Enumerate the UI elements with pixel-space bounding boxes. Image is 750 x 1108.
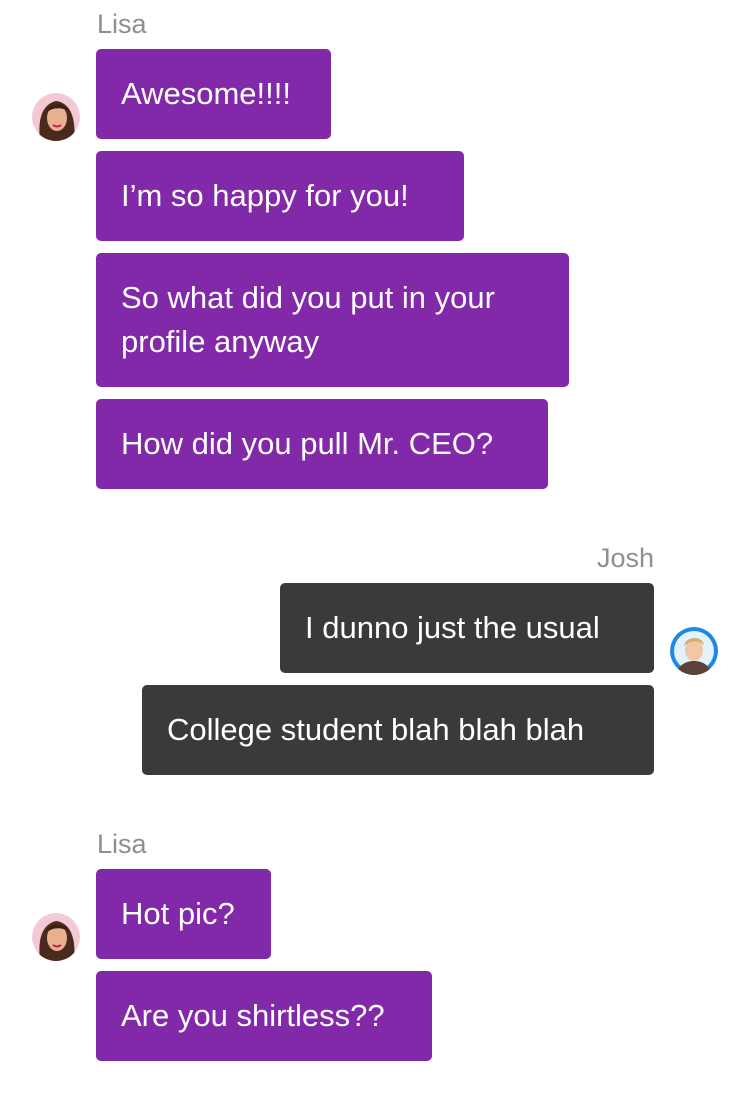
sender-name: Josh: [596, 543, 654, 573]
message-bubble[interactable]: How did you pull Mr. CEO?: [96, 399, 548, 489]
message-bubble[interactable]: So what did you put in your profile anyw…: [96, 253, 569, 387]
message-bubble[interactable]: I’m so happy for you!: [96, 151, 464, 241]
sender-name: Lisa: [97, 829, 147, 859]
message-bubble[interactable]: Are you shirtless??: [96, 971, 432, 1061]
message-bubble[interactable]: Awesome!!!!: [96, 49, 331, 139]
lisa-avatar-icon[interactable]: [32, 913, 80, 961]
sender-name: Lisa: [97, 9, 147, 39]
message-bubble[interactable]: Hot pic?: [96, 869, 271, 959]
lisa-avatar-icon[interactable]: [32, 93, 80, 141]
josh-avatar-icon[interactable]: [670, 627, 718, 675]
message-bubble[interactable]: College student blah blah blah: [142, 685, 654, 775]
message-bubble[interactable]: I dunno just the usual: [280, 583, 654, 673]
